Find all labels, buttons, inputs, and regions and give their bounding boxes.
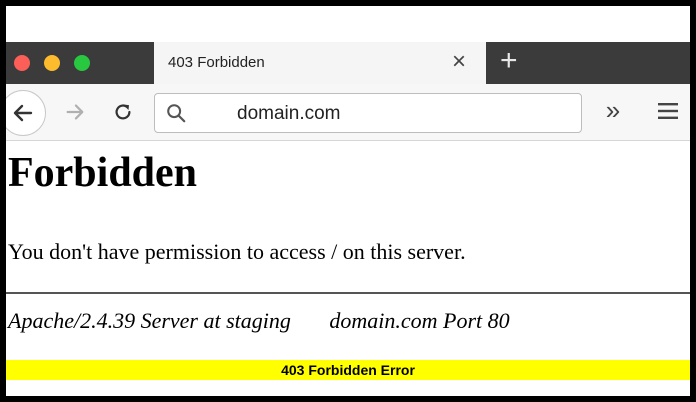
bottom-margin <box>6 380 690 396</box>
tab-active[interactable]: 403 Forbidden × <box>154 42 486 84</box>
page-content: Forbidden You don't have permission to a… <box>6 141 690 363</box>
forward-button[interactable] <box>60 97 90 127</box>
browser-screenshot: 403 Forbidden × + domain.com » Forbidden… <box>6 6 690 396</box>
navigation-toolbar: domain.com » <box>6 84 690 141</box>
tab-title: 403 Forbidden <box>168 54 265 71</box>
hamburger-lines <box>658 103 678 119</box>
caption-banner: 403 Forbidden Error <box>6 360 690 380</box>
reload-button[interactable] <box>108 97 138 127</box>
close-window-button[interactable] <box>14 55 30 71</box>
reload-icon <box>115 104 131 120</box>
tab-bar: 403 Forbidden × + <box>6 42 690 84</box>
forward-arrow-icon <box>66 104 84 120</box>
zoom-window-button[interactable] <box>74 55 90 71</box>
error-message: You don't have permission to access / on… <box>8 239 466 264</box>
image-frame: 403 Forbidden × + domain.com » Forbidden… <box>0 0 696 402</box>
minimize-window-button[interactable] <box>44 55 60 71</box>
back-arrow-icon <box>13 104 33 122</box>
search-icon <box>167 104 186 123</box>
page-heading: Forbidden <box>8 150 198 196</box>
url-text[interactable]: domain.com <box>237 103 341 125</box>
back-button[interactable] <box>6 90 46 136</box>
tab-close-icon[interactable]: × <box>452 48 466 76</box>
address-bar[interactable]: domain.com <box>154 93 582 133</box>
top-margin <box>6 6 690 42</box>
hamburger-menu-icon[interactable] <box>656 98 680 124</box>
new-tab-icon[interactable]: + <box>500 44 518 78</box>
server-signature: Apache/2.4.39 Server at staging domain.c… <box>8 308 510 333</box>
overflow-chevron-icon[interactable]: » <box>598 96 628 126</box>
horizontal-rule <box>6 292 690 294</box>
